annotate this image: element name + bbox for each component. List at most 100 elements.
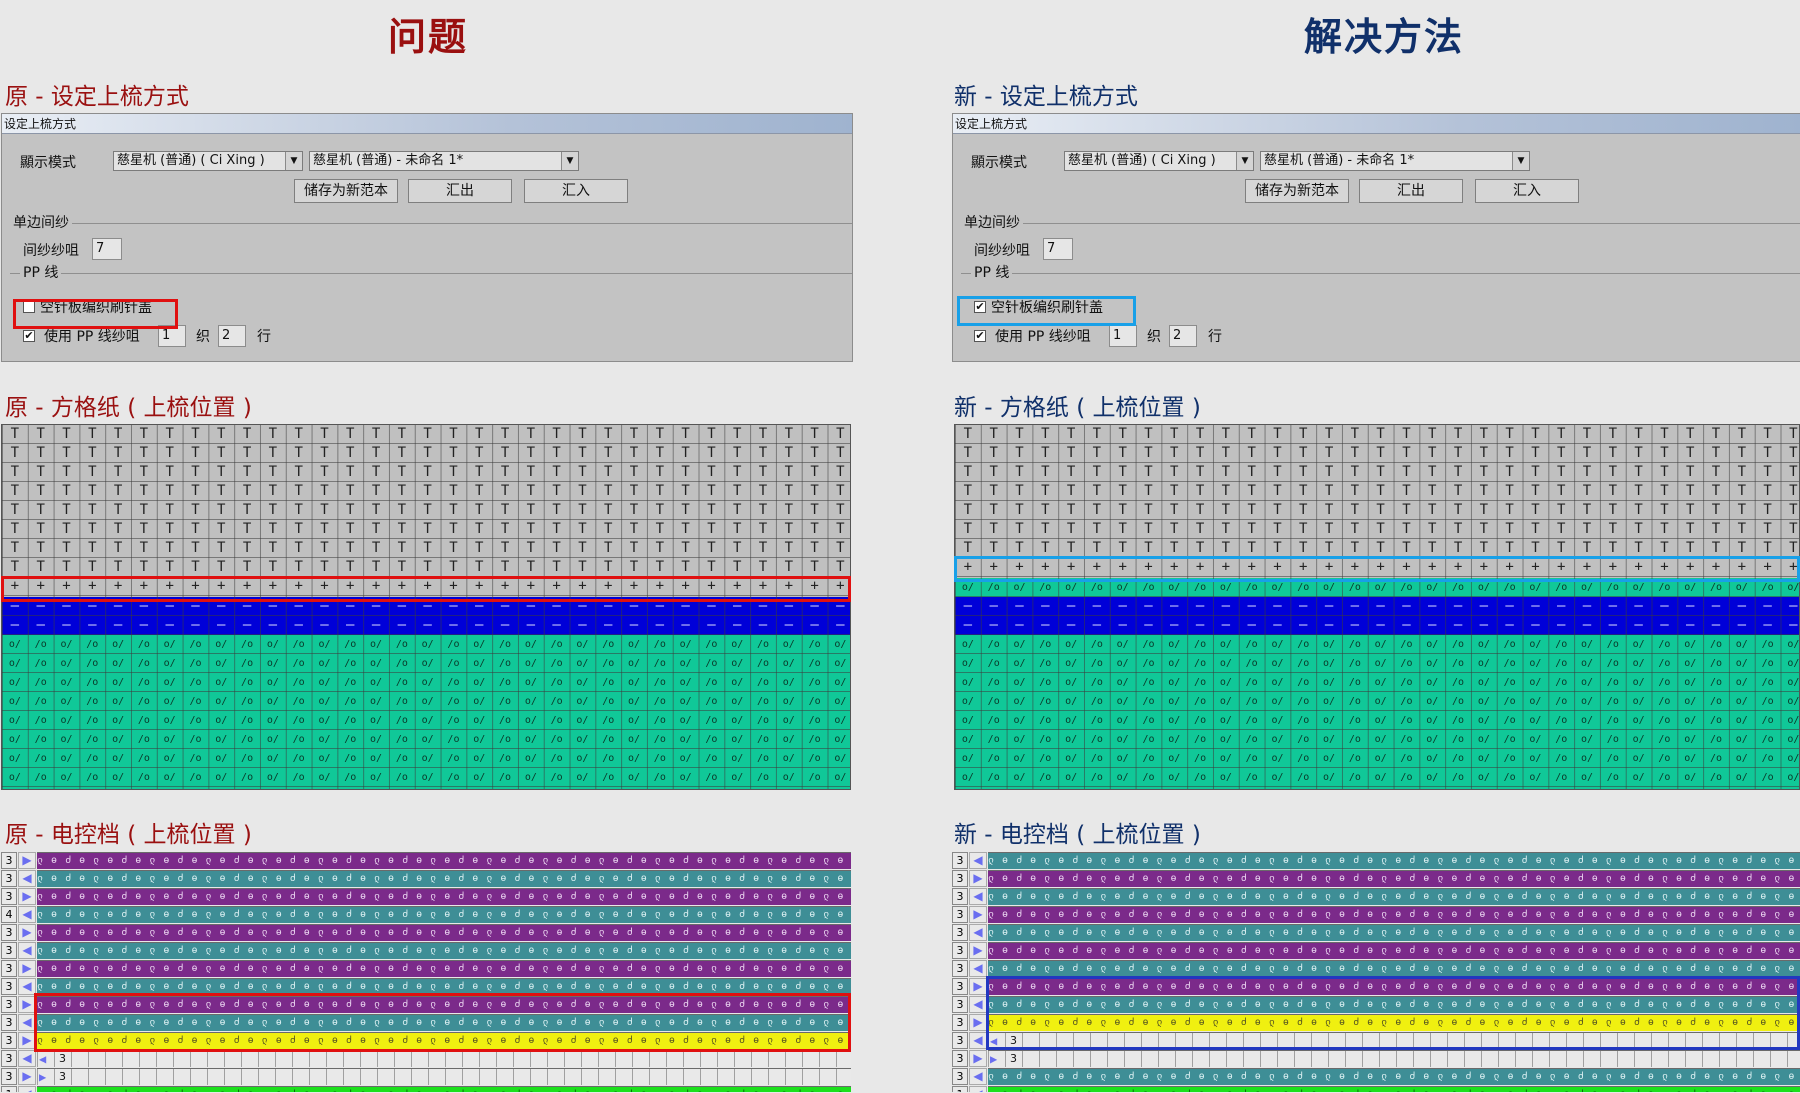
grid-row: o//o o//o o//o o//o o//o o//o o//o o//o o//o o//o… (8, 715, 847, 726)
ctrl-strip-teal: ლ ɵ ძ ɵ ლ ɵ ძ ɵ ლ ɵ ძ ɵ ლ ɵ ძ ɵ ლ ɵ ძ ɵ … (37, 942, 851, 959)
rows-input[interactable]: 2 (218, 325, 246, 347)
right-stitch-grid[interactable]: TTTTTTTTTTTTTTTTTTTTTTTTTTTTTTTTTT TTTTTT… (954, 424, 1800, 790)
arrow-left-icon: ◀ (18, 906, 36, 923)
left-stitch-grid[interactable]: TTTTTTTTTTTTTTTTTTTTTTTTTTTTTTTTTT TTTTTT… (1, 424, 851, 790)
solution-title: 解决方法 (1304, 15, 1465, 59)
chevron-down-icon[interactable]: ▼ (285, 152, 302, 170)
highlight-grid-comb-row (1, 576, 851, 602)
grid-row: —————————————————————————————————— (963, 617, 1798, 633)
use-pp-label: 使用 PP 线纱咀 (995, 329, 1091, 345)
ctrl-strip-green: ლ ɵ ძ ɵ ლ ɵ ძ ɵ ლ ɵ ძ ɵ ლ ɵ ძ ɵ ლ ɵ ძ ɵ … (988, 1086, 1800, 1092)
waste-yarn-input[interactable]: 7 (1043, 238, 1073, 260)
rows-label: 行 (257, 329, 271, 345)
chevron-down-icon[interactable]: ▼ (1512, 152, 1529, 170)
grid-band: o//o o//o o//o o//o o//o o//o o//o o//o o//o o//o… (955, 635, 1799, 789)
ctrl-row-number: 3 (952, 870, 968, 887)
template-combo[interactable]: 慈星机 (普通) - 未命名 1* ▼ (1260, 151, 1530, 171)
ctrl-row[interactable]: 3 ▶ ლ ɵ ძ ɵ ლ ɵ ძ ɵ ლ ɵ ძ ɵ ლ ɵ ძ ɵ ლ ɵ ძ … (952, 906, 1800, 924)
machine-combo[interactable]: 慈星机 (普通) ( Ci Xing ) ▼ (113, 151, 303, 171)
waste-yarn-label: 间纱纱咀 (23, 243, 79, 259)
waste-yarn-input[interactable]: 7 (92, 238, 122, 260)
ctrl-row[interactable]: 1◀ლ ɵ ძ ɵ ლ ɵ ძ ɵ ლ ɵ ძ ɵ ლ ɵ ძ ɵ ლ ɵ ძ … (1, 1086, 851, 1092)
ctrl-row[interactable]: 3 ▶ ლ ɵ ძ ɵ ლ ɵ ძ ɵ ლ ɵ ძ ɵ ლ ɵ ძ ɵ ლ ɵ ძ … (1, 960, 851, 978)
arrow-left-icon: ◀ (969, 1032, 987, 1049)
ctrl-row-number: 3 (1, 978, 17, 995)
arrow-left-icon: ◀ (969, 1086, 987, 1092)
highlight-empty-needle-off (13, 299, 178, 329)
ctrl-strip-purple: ლ ɵ ძ ɵ ლ ɵ ძ ɵ ლ ɵ ძ ɵ ლ ɵ ძ ɵ ლ ɵ ძ ɵ … (37, 852, 851, 869)
import-button[interactable]: 汇入 (524, 179, 628, 203)
ctrl-row-number: 3 (952, 978, 968, 995)
ctrl-row-number: 3 (952, 888, 968, 905)
use-pp-checkbox[interactable]: ✔ (23, 330, 35, 342)
export-button[interactable]: 汇出 (408, 179, 512, 203)
ctrl-row[interactable]: 3 ▶ ლ ɵ ძ ɵ ლ ɵ ძ ɵ ლ ɵ ძ ɵ ლ ɵ ძ ɵ ლ ɵ ძ … (952, 870, 1800, 888)
ctrl-row[interactable]: 4 ◀ ლ ɵ ძ ɵ ლ ɵ ძ ɵ ლ ɵ ძ ɵ ლ ɵ ძ ɵ ლ ɵ ძ … (1, 906, 851, 924)
ctrl-row[interactable]: 3 ▶ ▶ 3 (952, 1050, 1800, 1068)
ctrl-row-number: 3 (952, 852, 968, 869)
ctrl-row[interactable]: 3 ▶ ▶ 3 (1, 1068, 851, 1086)
ctrl-row-number: 3 (952, 924, 968, 941)
pp-group-label: PP 线 (971, 265, 1013, 281)
ctrl-row[interactable]: 3 ◀ ლ ɵ ძ ɵ ლ ɵ ძ ɵ ლ ɵ ძ ɵ ლ ɵ ძ ɵ ლ ɵ ძ … (952, 1068, 1800, 1086)
grid-band: TTTTTTTTTTTTTTTTTTTTTTTTTTTTTTTTTT TTTTTT… (955, 425, 1799, 558)
ctrl-row[interactable]: 1◀ლ ɵ ძ ɵ ლ ɵ ძ ɵ ლ ɵ ძ ɵ ლ ɵ ძ ɵ ლ ɵ ძ … (952, 1086, 1800, 1092)
ctrl-strip-teal: ლ ɵ ძ ɵ ლ ɵ ძ ɵ ლ ɵ ძ ɵ ლ ɵ ძ ɵ ლ ɵ ძ ɵ … (37, 870, 851, 887)
grid-row: o//o o//o o//o o//o o//o o//o o//o o//o o//o o//o… (961, 677, 1799, 688)
ctrl-row-number: 1 (1, 1086, 17, 1092)
ctrl-strip-teal: ლ ɵ ძ ɵ ლ ɵ ძ ɵ ლ ɵ ძ ɵ ლ ɵ ძ ɵ ლ ɵ ძ ɵ … (988, 888, 1800, 905)
save-template-button[interactable]: 储存为新范本 (1245, 179, 1349, 203)
grid-band: o//o o//o o//o o//o o//o o//o o//o o//o o//o o//o… (2, 635, 850, 789)
dialog-title-bar: 设定上梳方式 (953, 114, 1800, 134)
ctrl-row[interactable]: 3 ◀ ლ ɵ ძ ɵ ლ ɵ ძ ɵ ლ ɵ ძ ɵ ლ ɵ ძ ɵ ლ ɵ ძ … (1, 870, 851, 888)
use-pp-checkbox[interactable]: ✔ (974, 330, 986, 342)
ctrl-row-number: 3 (1, 870, 17, 887)
use-pp-label: 使用 PP 线纱咀 (44, 329, 140, 345)
single-side-waste-group-label: 单边间纱 (961, 215, 1023, 231)
ctrl-row-number: 3 (952, 942, 968, 959)
ctrl-row-number: 1 (952, 1086, 968, 1092)
save-template-button[interactable]: 储存为新范本 (294, 179, 398, 203)
marker-arrow-icon: ◀ (39, 1052, 48, 1066)
ctrl-strip-grid: ▶ 3 (37, 1068, 851, 1085)
grid-row: —————————————————————————————————— (10, 617, 845, 633)
template-combo[interactable]: 慈星机 (普通) - 未命名 1* ▼ (309, 151, 579, 171)
ctrl-row[interactable]: 3 ▶ ლ ɵ ძ ɵ ლ ɵ ძ ɵ ლ ɵ ძ ɵ ლ ɵ ძ ɵ ლ ɵ ძ … (1, 888, 851, 906)
left-control-file: 3 ▶ ლ ɵ ძ ɵ ლ ɵ ძ ɵ ლ ɵ ძ ɵ ლ ɵ ძ ɵ ლ ɵ ძ … (1, 852, 851, 1092)
machine-combo[interactable]: 慈星机 (普通) ( Ci Xing ) ▼ (1064, 151, 1254, 171)
ctrl-row[interactable]: 3 ◀ ლ ɵ ძ ɵ ლ ɵ ძ ɵ ლ ɵ ძ ɵ ლ ɵ ძ ɵ ლ ɵ ძ … (952, 888, 1800, 906)
ctrl-strip-purple: ლ ɵ ძ ɵ ლ ɵ ძ ɵ ლ ɵ ძ ɵ ლ ɵ ძ ɵ ლ ɵ ძ ɵ … (988, 942, 1800, 959)
right-section-grid-title: 新 - 方格纸 ( 上梳位置 ) (954, 395, 1201, 421)
ctrl-strip-teal: ლ ɵ ძ ɵ ლ ɵ ძ ɵ ლ ɵ ძ ɵ ლ ɵ ძ ɵ ლ ɵ ძ ɵ … (37, 906, 851, 923)
grid-row: TTTTTTTTTTTTTTTTTTTTTTTTTTTTTTTTTT (963, 483, 1798, 499)
highlight-ctrl-comb-rows (986, 976, 1800, 1050)
marker-arrow-icon: ▶ (39, 1070, 48, 1084)
ctrl-row[interactable]: 3 ◀ ლ ɵ ძ ɵ ლ ɵ ძ ɵ ლ ɵ ძ ɵ ლ ɵ ძ ɵ ლ ɵ ძ … (952, 852, 1800, 870)
arrow-right-icon: ▶ (18, 852, 36, 869)
ctrl-row[interactable]: 3 ◀ ◀ 3 (1, 1050, 851, 1068)
rows-input[interactable]: 2 (1169, 325, 1197, 347)
ctrl-row[interactable]: 3 ◀ ლ ɵ ძ ɵ ლ ɵ ძ ɵ ლ ɵ ძ ɵ ლ ɵ ძ ɵ ლ ɵ ძ … (1, 942, 851, 960)
arrow-left-icon: ◀ (18, 942, 36, 959)
chevron-down-icon[interactable]: ▼ (1236, 152, 1253, 170)
group-divider (961, 223, 1800, 224)
highlight-ctrl-comb-rows (34, 993, 851, 1052)
ctrl-strip-grid: ▶ 3 (988, 1050, 1800, 1067)
pp-yarn-input[interactable]: 1 (1109, 325, 1137, 347)
grid-row: o//o o//o o//o o//o o//o o//o o//o o//o o//o o//o… (8, 753, 847, 764)
arrow-left-icon: ◀ (969, 996, 987, 1013)
rows-label: 行 (1208, 329, 1222, 345)
ctrl-row[interactable]: 3 ▶ ლ ɵ ძ ɵ ლ ɵ ძ ɵ ლ ɵ ძ ɵ ლ ɵ ძ ɵ ლ ɵ ძ … (1, 852, 851, 870)
import-button[interactable]: 汇入 (1475, 179, 1579, 203)
grid-band: TTTTTTTTTTTTTTTTTTTTTTTTTTTTTTTTTT TTTTTT… (2, 425, 850, 577)
ctrl-strip-teal: ლ ɵ ძ ɵ ლ ɵ ძ ɵ ლ ɵ ძ ɵ ლ ɵ ძ ɵ ლ ɵ ძ ɵ … (988, 1068, 1800, 1085)
marker-arrow-icon: ▶ (990, 1052, 999, 1066)
ctrl-row[interactable]: 3 ▶ ლ ɵ ძ ɵ ლ ɵ ძ ɵ ლ ɵ ძ ɵ ლ ɵ ძ ɵ ლ ɵ ძ … (1, 924, 851, 942)
grid-row: TTTTTTTTTTTTTTTTTTTTTTTTTTTTTTTTTT (963, 445, 1798, 461)
ctrl-row-number: 3 (952, 1014, 968, 1031)
ctrl-row[interactable]: 3 ◀ ლ ɵ ძ ɵ ლ ɵ ძ ɵ ლ ɵ ძ ɵ ლ ɵ ძ ɵ ლ ɵ ძ … (952, 924, 1800, 942)
grid-row: TTTTTTTTTTTTTTTTTTTTTTTTTTTTTTTTTT (10, 540, 845, 556)
export-button[interactable]: 汇出 (1359, 179, 1463, 203)
chevron-down-icon[interactable]: ▼ (561, 152, 578, 170)
ctrl-row[interactable]: 3 ▶ ლ ɵ ძ ɵ ლ ɵ ძ ɵ ლ ɵ ძ ɵ ლ ɵ ძ ɵ ლ ɵ ძ … (952, 942, 1800, 960)
